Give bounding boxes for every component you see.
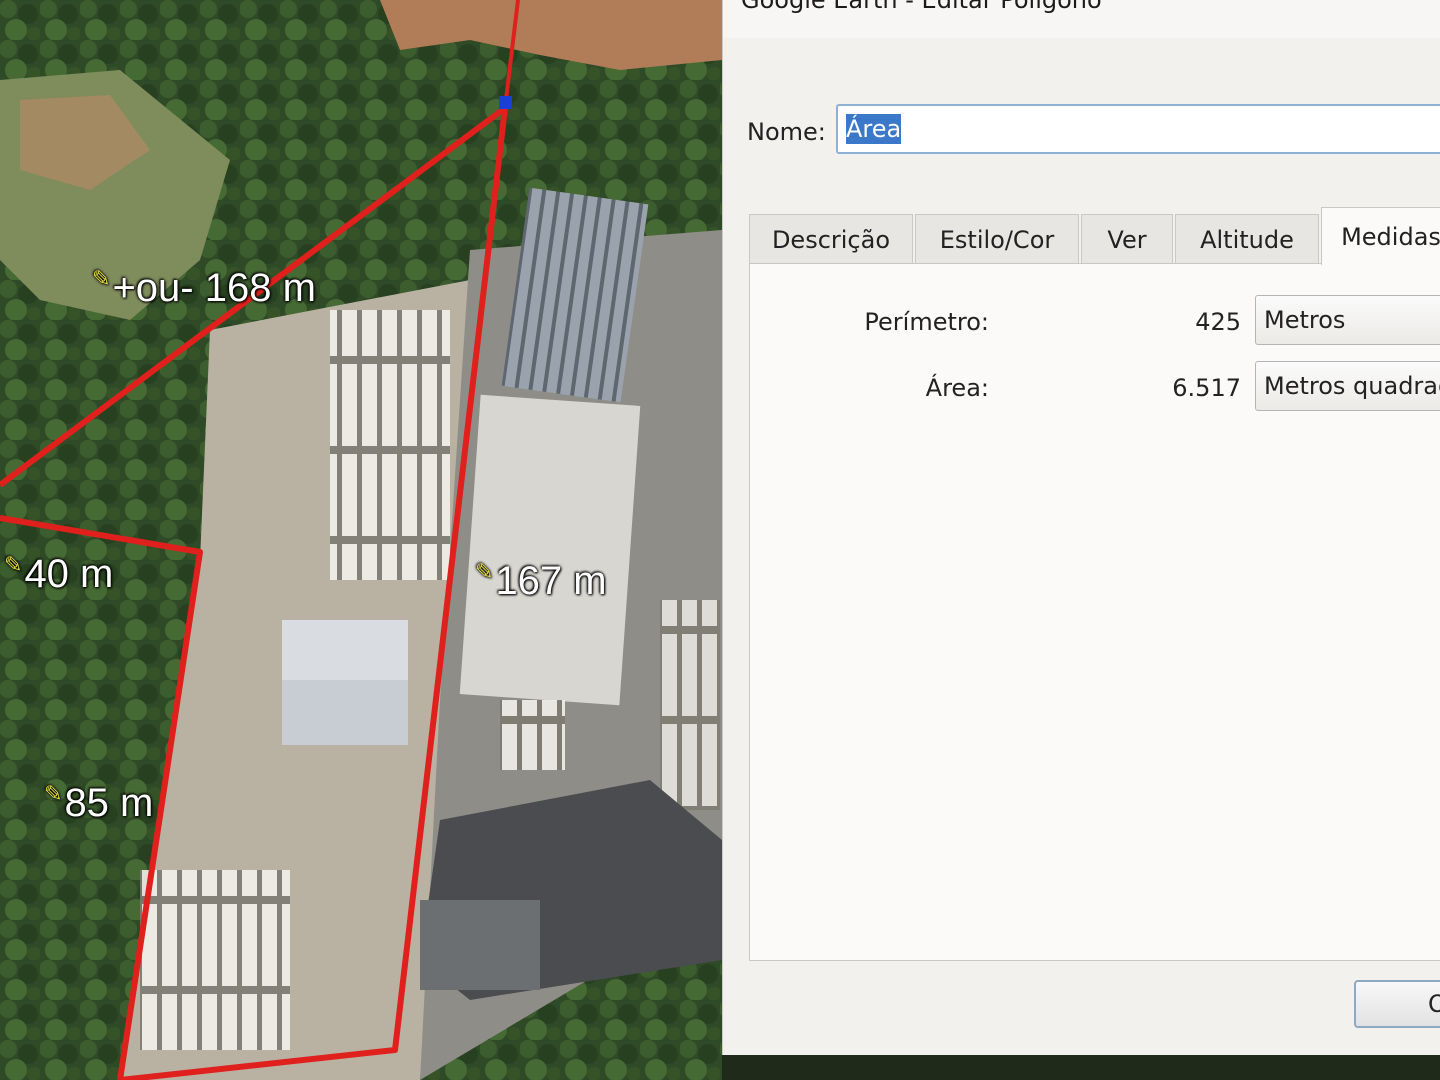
area-unit-select[interactable]: Metros quadrados	[1255, 361, 1440, 411]
pin-icon: ✎	[92, 266, 111, 291]
tab-measurements[interactable]: Medidas	[1321, 207, 1440, 265]
pin-icon: ✎	[4, 552, 23, 577]
ok-button[interactable]: OK	[1354, 980, 1440, 1028]
name-label: Nome:	[747, 118, 826, 146]
name-input[interactable]: Área	[836, 104, 1440, 154]
perimeter-unit-select[interactable]: Metros	[1255, 295, 1440, 345]
measurement-label: ✎85 m	[44, 781, 154, 825]
area-value: 6.517	[1172, 374, 1241, 402]
background-strip	[722, 1055, 1440, 1080]
perimeter-label: Perímetro:	[864, 308, 989, 336]
map-imagery	[0, 0, 722, 1080]
tab-altitude[interactable]: Altitude	[1175, 214, 1319, 264]
pin-icon: ✎	[475, 559, 494, 584]
name-input-value: Área	[846, 114, 902, 144]
tab-description[interactable]: Descrição	[749, 214, 913, 264]
satellite-map[interactable]: ✎+ou- 168 m ✎40 m ✎167 m ✎85 m	[0, 0, 722, 1080]
measurement-label: ✎40 m	[4, 552, 114, 596]
measurement-label: ✎+ou- 168 m	[92, 266, 316, 310]
pin-icon: ✎	[44, 781, 63, 806]
polygon-vertex	[499, 96, 512, 109]
perimeter-value: 425	[1195, 308, 1241, 336]
tab-view[interactable]: Ver	[1081, 214, 1173, 264]
area-label: Área:	[925, 374, 989, 402]
edit-polygon-dialog: Google Earth - Editar Polígono Nome: Áre…	[722, 0, 1440, 1055]
dialog-title: Google Earth - Editar Polígono	[741, 0, 1102, 14]
tab-style-color[interactable]: Estilo/Cor	[915, 214, 1079, 264]
measurement-label: ✎167 m	[475, 559, 607, 603]
